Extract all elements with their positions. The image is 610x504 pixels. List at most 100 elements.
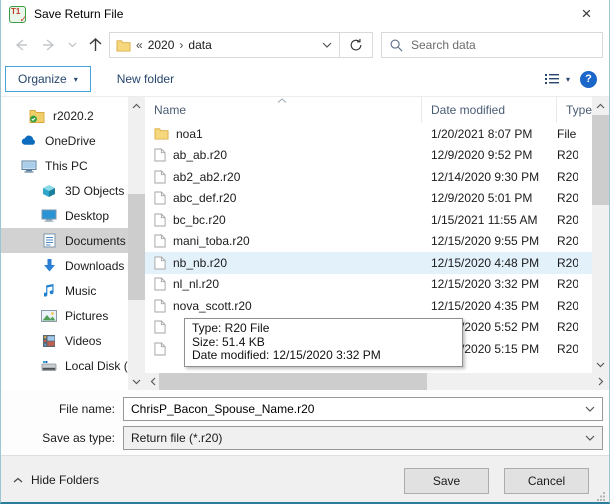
search-icon: [390, 39, 403, 52]
file-icon: [154, 234, 166, 248]
scrollbar-thumb[interactable]: [592, 115, 609, 205]
chevron-down-icon[interactable]: [578, 406, 602, 412]
picture-icon: [41, 310, 57, 322]
scroll-up-icon[interactable]: [128, 97, 145, 114]
new-folder-label: New folder: [117, 72, 174, 86]
folder-icon: [116, 39, 131, 52]
cancel-button[interactable]: Cancel: [504, 468, 589, 494]
help-icon[interactable]: ?: [580, 71, 597, 88]
sidebar-item-label: Downloads: [65, 259, 124, 273]
file-row-noa1[interactable]: noa1 1/20/2021 8:07 PM File folder: [145, 123, 592, 145]
save-as-type-label: Save as type:: [1, 431, 123, 445]
file-name-combobox: [123, 397, 603, 421]
file-row-abc-def[interactable]: abc_def.r20 12/9/2020 5:01 PM R20 File: [145, 188, 592, 210]
sidebar-item-label: This PC: [45, 159, 88, 173]
music-note-icon: [41, 283, 57, 298]
scroll-up-icon[interactable]: [592, 97, 609, 114]
chevron-down-icon: ▾: [566, 75, 570, 84]
file-name-input[interactable]: [124, 402, 578, 416]
file-icon: [154, 213, 166, 227]
onedrive-cloud-icon: [21, 135, 37, 146]
chevron-down-icon: ▾: [74, 75, 78, 84]
close-icon[interactable]: ×: [564, 0, 609, 28]
file-icon: [154, 342, 166, 356]
sidebar-item-label: Pictures: [65, 309, 108, 323]
new-folder-button[interactable]: New folder: [107, 66, 184, 92]
sidebar-item-this-pc[interactable]: This PC: [1, 153, 128, 178]
sidebar-item-label: r2020.2: [53, 109, 94, 123]
desktop-icon: [41, 209, 57, 222]
sidebar-item-local-disk-c[interactable]: Local Disk (C:): [1, 353, 128, 378]
scroll-down-icon[interactable]: [128, 373, 145, 390]
search-box: [381, 32, 603, 58]
file-icon: [154, 148, 166, 162]
file-row-nb-nb[interactable]: nb_nb.r20 12/15/2020 4:48 PM R20 File: [145, 252, 592, 274]
organize-button[interactable]: Organize ▾: [5, 66, 91, 92]
3d-cube-icon: [41, 184, 57, 198]
file-list-horizontal-scrollbar[interactable]: [145, 373, 609, 390]
scrollbar-thumb[interactable]: [159, 373, 427, 390]
tooltip-type: Type: R20 File: [192, 322, 455, 336]
breadcrumb-path[interactable]: « 2020 › data: [110, 33, 315, 57]
breadcrumb-item-data[interactable]: data: [188, 38, 211, 52]
file-row-mani-toba[interactable]: mani_toba.r20 12/15/2020 9:55 PM R20 Fil…: [145, 231, 592, 253]
save-as-type-dropdown[interactable]: Return file (*.r20): [123, 426, 603, 450]
file-icon: [154, 256, 166, 270]
sidebar-item-label: 3D Objects: [65, 184, 124, 198]
column-header-type[interactable]: Type: [557, 97, 592, 123]
document-icon: [41, 233, 57, 248]
file-row-bc-bc[interactable]: bc_bc.r20 1/15/2021 11:55 AM R20 File: [145, 209, 592, 231]
list-view-icon: [544, 72, 560, 86]
hide-folders-button[interactable]: Hide Folders: [13, 473, 99, 487]
file-row-ab-ab[interactable]: ab_ab.r20 12/9/2020 9:52 PM R20 File: [145, 145, 592, 167]
up-icon[interactable]: [83, 33, 107, 57]
column-header-date-modified[interactable]: Date modified: [422, 97, 557, 123]
refresh-icon[interactable]: [339, 33, 372, 57]
change-view-button[interactable]: ▾: [544, 72, 570, 86]
file-info-tooltip: Type: R20 File Size: 51.4 KB Date modifi…: [184, 318, 463, 367]
sort-ascending-icon: [277, 98, 287, 103]
recent-locations-chevron-icon[interactable]: [65, 33, 79, 57]
sidebar-item-onedrive[interactable]: OneDrive: [1, 128, 128, 153]
file-name-label: File name:: [1, 402, 123, 416]
sidebar-item-label: Desktop: [65, 209, 109, 223]
file-row-nl-nl[interactable]: nl_nl.r20 12/15/2020 3:32 PM R20 File: [145, 274, 592, 296]
forward-icon[interactable]: [37, 33, 61, 57]
sidebar-item-desktop[interactable]: Desktop: [1, 203, 128, 228]
sidebar-item-music[interactable]: Music: [1, 278, 128, 303]
hide-folders-label: Hide Folders: [31, 473, 99, 487]
sidebar-item-label: Documents: [65, 234, 126, 248]
chevron-down-icon: [578, 435, 602, 441]
tooltip-size: Size: 51.4 KB: [192, 336, 455, 350]
navigation-pane: r2020.2 OneDrive This PC 3D Objects: [1, 97, 128, 390]
hard-disk-icon: [41, 360, 57, 372]
sidebar-item-label: Local Disk (C:): [65, 359, 128, 373]
file-icon: [154, 320, 166, 334]
window-title: Save Return File: [34, 7, 123, 21]
sidebar-item-videos[interactable]: Videos: [1, 328, 128, 353]
scrollbar-thumb[interactable]: [128, 194, 145, 300]
scroll-right-icon[interactable]: [592, 373, 609, 390]
breadcrumb-item-2020[interactable]: 2020: [148, 38, 175, 52]
sidebar-item-3d-objects[interactable]: 3D Objects: [1, 178, 128, 203]
address-dropdown-icon[interactable]: [315, 33, 339, 57]
file-icon: [154, 299, 166, 313]
resize-grip[interactable]: [597, 492, 606, 501]
sidebar-item-pictures[interactable]: Pictures: [1, 303, 128, 328]
sidebar-item-downloads[interactable]: Downloads: [1, 253, 128, 278]
video-film-icon: [41, 334, 57, 348]
search-input[interactable]: [411, 38, 594, 52]
scroll-down-icon[interactable]: [592, 356, 609, 373]
breadcrumb: « 2020 › data: [109, 32, 373, 58]
title-bar: T1 ✓ Save Return File ×: [1, 0, 609, 28]
file-row-ab2-ab2[interactable]: ab2_ab2.r20 12/14/2020 9:30 PM R20 File: [145, 166, 592, 188]
breadcrumb-collapse[interactable]: «: [136, 38, 143, 52]
sidebar-item-r2020[interactable]: r2020.2: [1, 103, 128, 128]
back-icon[interactable]: [9, 33, 33, 57]
file-row-nova-scott[interactable]: nova_scott.r20 12/15/2020 4:35 PM R20 Fi…: [145, 295, 592, 317]
computer-icon: [21, 159, 37, 173]
sidebar-item-documents[interactable]: Documents: [1, 228, 128, 253]
file-list-scrollbar[interactable]: [592, 97, 609, 373]
sidebar-scrollbar[interactable]: [128, 97, 145, 390]
save-button[interactable]: Save: [404, 468, 489, 494]
